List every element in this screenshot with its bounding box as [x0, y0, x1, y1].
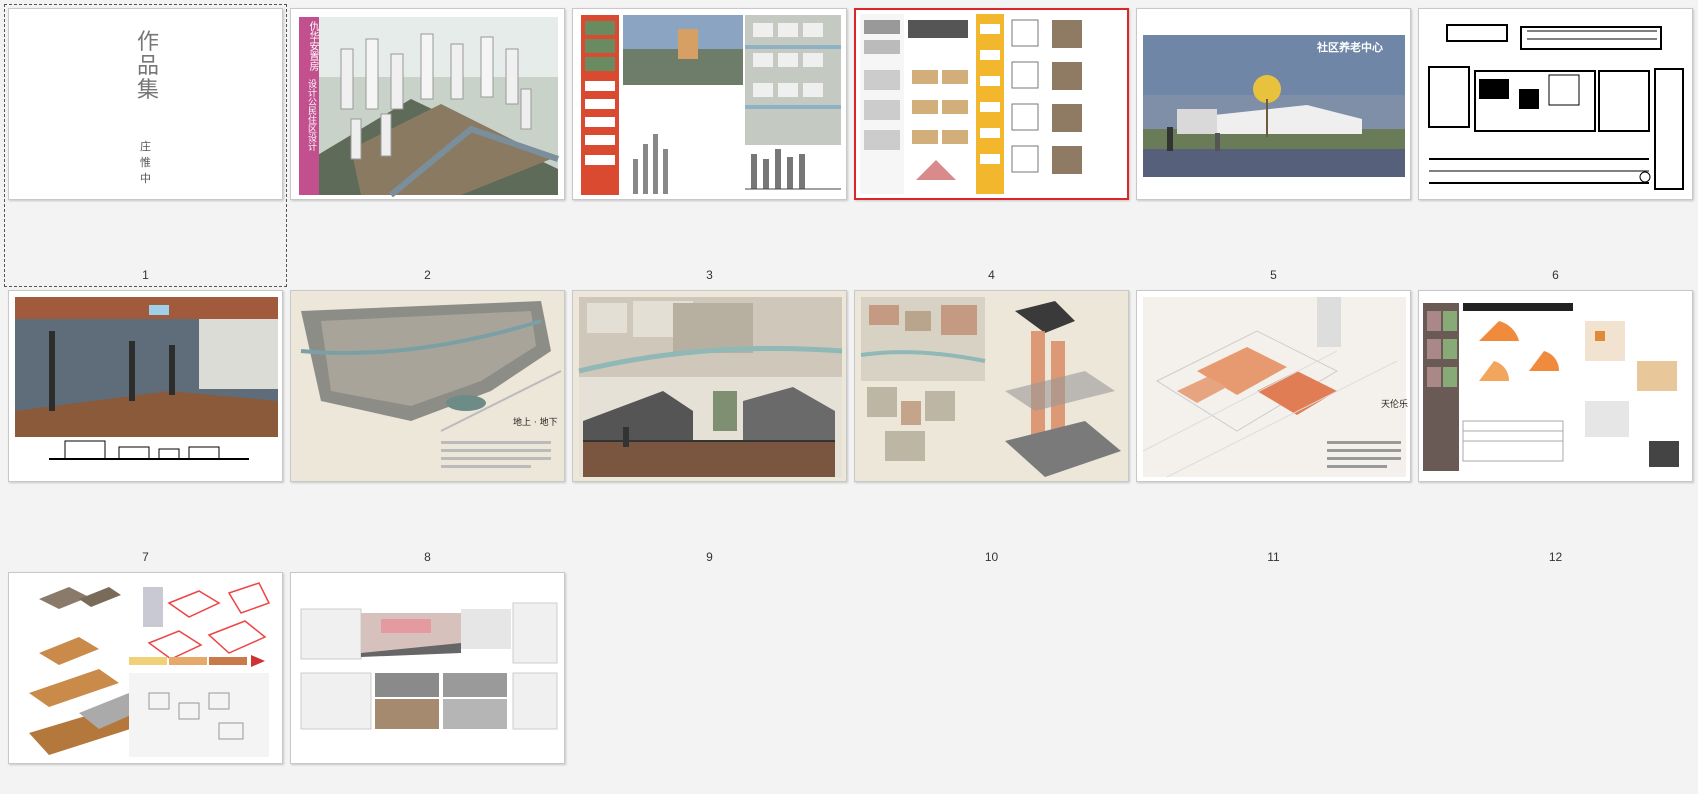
slide-10-board	[860, 297, 1121, 477]
slide-2-title: 仇华安置房	[307, 21, 318, 71]
slide-1-author: 庄惟中	[140, 140, 151, 185]
slide-thumb-4[interactable]	[854, 8, 1129, 200]
slide-number-8: 8	[424, 550, 431, 564]
slide-number-2: 2	[424, 268, 431, 282]
slide-8-caption: 地上 · 地下	[513, 418, 558, 428]
slide-11-caption: 天伦乐	[1381, 400, 1409, 410]
slide-11-axonometric	[1142, 297, 1406, 478]
slide-12-analysis	[1423, 303, 1679, 471]
slide-14-board	[300, 602, 558, 730]
slide-5-title: 社区养老中心	[1317, 41, 1383, 54]
slide-thumb-2[interactable]: 仇华安置房 设计公民住区设计	[290, 8, 565, 200]
slide-thumb-5[interactable]: 社区养老中心	[1136, 8, 1411, 200]
slide-number-5: 5	[1270, 268, 1277, 282]
slide-thumb-7[interactable]	[8, 290, 283, 482]
slide-4-board	[860, 14, 1082, 194]
slide-thumb-14[interactable]	[290, 572, 565, 764]
slide-5-rendering	[1143, 35, 1405, 177]
slide-thumb-3[interactable]	[572, 8, 847, 200]
slide-number-12: 12	[1548, 550, 1563, 564]
slide-8-aerial	[300, 301, 562, 468]
slide-2-rendering	[299, 17, 559, 198]
slide-number-7: 7	[142, 550, 149, 564]
slide-thumb-12[interactable]	[1418, 290, 1693, 482]
slide-sorter: 作品集 庄惟中 1 仇华安置房 设计公民住区设计 2 3 4 社区养老中心 5 …	[0, 0, 1698, 794]
slide-3-board	[581, 15, 841, 195]
slide-number-11: 11	[1267, 550, 1280, 564]
slide-thumb-6[interactable]	[1418, 8, 1693, 200]
slide-thumb-13[interactable]	[8, 572, 283, 764]
slide-thumb-9[interactable]	[572, 290, 847, 482]
slide-thumb-10[interactable]	[854, 290, 1129, 482]
slide-2-subtitle: 设计公民住区设计	[306, 79, 316, 151]
slide-number-4: 4	[988, 268, 995, 282]
slide-13-diagrams	[29, 582, 271, 757]
slide-6-plan	[1428, 24, 1684, 190]
slide-number-1: 1	[142, 268, 149, 282]
slide-number-3: 3	[706, 268, 713, 282]
slide-7-rendering	[15, 297, 278, 460]
slide-number-10: 10	[984, 550, 999, 564]
slide-thumb-1[interactable]: 作品集 庄惟中	[8, 8, 283, 200]
slide-9-board	[578, 297, 843, 477]
slide-number-9: 9	[706, 550, 713, 564]
slide-1-title: 作品集	[137, 30, 160, 103]
slide-number-6: 6	[1552, 268, 1559, 282]
slide-thumb-11[interactable]: 天伦乐	[1136, 290, 1411, 482]
slide-thumb-8[interactable]: 地上 · 地下	[290, 290, 565, 482]
